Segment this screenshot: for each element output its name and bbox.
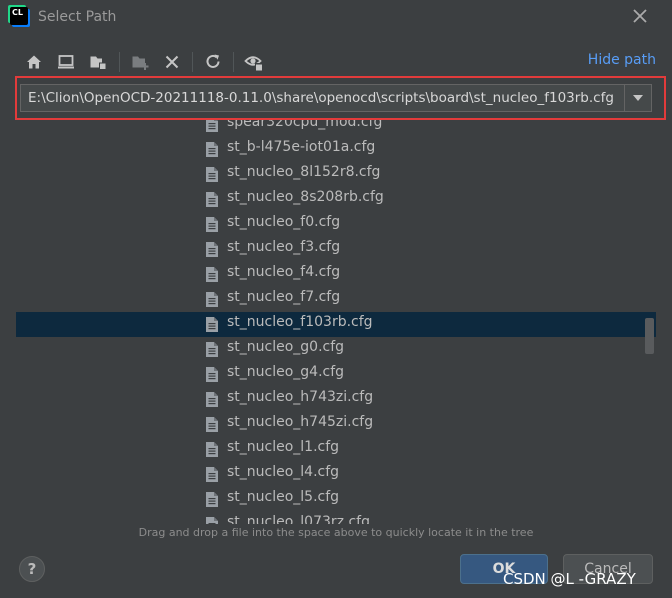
tree-row[interactable]: st_nucleo_f4.cfg [16, 262, 656, 287]
path-combobox[interactable] [20, 84, 652, 112]
file-label: spear320cpu_mod.cfg [227, 120, 383, 130]
file-label: st_nucleo_f103rb.cfg [227, 314, 373, 330]
watermark: CSDN @L -GRAZY [503, 570, 636, 588]
refresh-button[interactable] [201, 50, 225, 74]
tree-row[interactable]: st_nucleo_l1.cfg [16, 437, 656, 462]
file-label: st_nucleo_8s208rb.cfg [227, 189, 384, 205]
desktop-icon [58, 55, 74, 69]
tree-row[interactable]: st_nucleo_f103rb.cfg [16, 312, 656, 337]
project-folder-icon [90, 56, 106, 70]
new-folder-button[interactable] [128, 50, 152, 74]
file-icon [206, 342, 218, 357]
file-label: st_nucleo_f7.cfg [227, 289, 341, 305]
chevron-down-icon [633, 95, 643, 101]
tree-row[interactable]: st_nucleo_g4.cfg [16, 362, 656, 387]
file-icon [206, 492, 218, 507]
close-button[interactable] [630, 6, 650, 26]
file-label: st_nucleo_f4.cfg [227, 264, 341, 280]
file-icon [206, 217, 218, 232]
file-label: st_nucleo_g0.cfg [227, 339, 345, 355]
help-button[interactable]: ? [19, 556, 45, 582]
file-label: st_nucleo_f0.cfg [227, 214, 341, 230]
delete-button[interactable] [160, 50, 184, 74]
delete-icon [165, 55, 179, 69]
file-label: st_nucleo_l1.cfg [227, 439, 340, 455]
toolbar-separator [119, 52, 120, 72]
hide-path-link[interactable]: Hide path [588, 52, 656, 68]
file-label: st_nucleo_l4.cfg [227, 464, 340, 480]
file-icon [206, 442, 218, 457]
refresh-icon [206, 54, 220, 68]
file-icon [206, 292, 218, 307]
show-hidden-icon [244, 56, 263, 71]
file-label: st_nucleo_l073rz.cfg [227, 514, 370, 524]
tree-row[interactable]: st_nucleo_l4.cfg [16, 462, 656, 487]
file-icon [206, 267, 218, 282]
tree-row[interactable]: st_nucleo_h743zi.cfg [16, 387, 656, 412]
tree-row[interactable]: st_nucleo_l073rz.cfg [16, 512, 656, 524]
tree-row[interactable]: st_nucleo_h745zi.cfg [16, 412, 656, 437]
path-input[interactable] [21, 85, 625, 111]
tree-row[interactable]: st_nucleo_8s208rb.cfg [16, 187, 656, 212]
file-icon [206, 467, 218, 482]
logo-text: CL [12, 8, 23, 17]
file-icon [206, 367, 218, 382]
file-icon [206, 517, 218, 524]
show-hidden-button[interactable] [242, 50, 266, 74]
file-icon [206, 120, 218, 132]
file-icon [206, 317, 218, 332]
new-folder-icon [132, 56, 149, 70]
file-icon [206, 392, 218, 407]
dialog-title: Select Path [38, 9, 117, 25]
tree-row[interactable]: st_nucleo_g0.cfg [16, 337, 656, 362]
home-button[interactable] [22, 50, 46, 74]
toolbar [22, 50, 662, 76]
desktop-button[interactable] [54, 50, 78, 74]
close-icon [633, 9, 647, 23]
file-label: st_b-l475e-iot01a.cfg [227, 139, 376, 155]
tree-row[interactable]: spear320cpu_mod.cfg [16, 120, 656, 137]
toolbar-separator [233, 52, 234, 72]
file-icon [206, 192, 218, 207]
tree-row[interactable]: st_nucleo_f3.cfg [16, 237, 656, 262]
tree-row[interactable]: st_nucleo_f0.cfg [16, 212, 656, 237]
file-label: st_nucleo_h745zi.cfg [227, 414, 374, 430]
tree-row[interactable]: st_nucleo_l5.cfg [16, 487, 656, 512]
project-folder-button[interactable] [86, 50, 110, 74]
tree-row[interactable]: st_b-l475e-iot01a.cfg [16, 137, 656, 162]
home-icon [27, 55, 41, 69]
title-bar: CL Select Path [0, 0, 672, 36]
file-icon [206, 167, 218, 182]
tree-row[interactable]: st_nucleo_f7.cfg [16, 287, 656, 312]
file-label: st_nucleo_h743zi.cfg [227, 389, 374, 405]
file-icon [206, 142, 218, 157]
path-dropdown-button[interactable] [624, 85, 651, 111]
clion-logo-icon: CL [10, 7, 28, 25]
file-tree[interactable]: spear320cpu_mod.cfg st_b-l475e-iot01a.cfg… [16, 120, 656, 524]
file-label: st_nucleo_f3.cfg [227, 239, 341, 255]
drag-drop-hint: Drag and drop a file into the space abov… [138, 526, 534, 539]
file-label: st_nucleo_g4.cfg [227, 364, 345, 380]
file-icon [206, 242, 218, 257]
file-label: st_nucleo_8l152r8.cfg [227, 164, 381, 180]
tree-row[interactable]: st_nucleo_8l152r8.cfg [16, 162, 656, 187]
toolbar-separator [192, 52, 193, 72]
file-icon [206, 417, 218, 432]
tree-scrollbar-thumb[interactable] [645, 318, 654, 354]
file-label: st_nucleo_l5.cfg [227, 489, 340, 505]
